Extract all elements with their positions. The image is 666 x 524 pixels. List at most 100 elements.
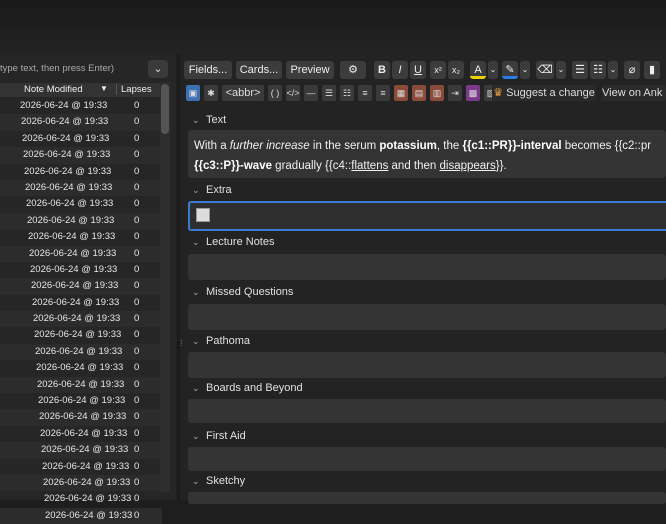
- table-row[interactable]: 2026-06-24 @ 19:33 0: [0, 343, 162, 361]
- table-row[interactable]: 2026-06-24 @ 19:33 0: [0, 164, 162, 180]
- table-row[interactable]: 2026-06-24 @ 19:33 0: [0, 98, 162, 114]
- table-row[interactable]: 2026-06-24 @ 19:33 0: [0, 278, 162, 295]
- text-color-dropdown[interactable]: ⌄: [488, 61, 498, 79]
- boards-and-beyond-field-editor[interactable]: [188, 399, 666, 423]
- field-label-boards-and-beyond[interactable]: ⌄ Boards and Beyond: [192, 382, 303, 394]
- table-button[interactable]: ▦: [394, 85, 408, 101]
- note-modified-cell: 2026-06-24 @ 19:33: [21, 116, 109, 128]
- indent-icon: ⇥: [451, 88, 459, 98]
- first-aid-field-editor[interactable]: [188, 447, 666, 471]
- eraser-button[interactable]: ⌫: [536, 61, 554, 79]
- ankihub-icon: ♛: [493, 87, 504, 99]
- parentheses-button[interactable]: ( ): [268, 85, 282, 101]
- suggest-change-button[interactable]: ♛ Suggest a change: [492, 85, 596, 101]
- field-label-first-aid[interactable]: ⌄ First Aid: [192, 430, 246, 442]
- table-row[interactable]: 2026-06-24 @ 19:33 0: [0, 262, 162, 278]
- column-note-modified[interactable]: Note Modified: [24, 84, 83, 95]
- underline-button[interactable]: U: [410, 61, 426, 79]
- field-label-sketchy[interactable]: ⌄ Sketchy: [192, 475, 245, 487]
- pathoma-field-editor[interactable]: [188, 352, 666, 378]
- highlight-dropdown[interactable]: ⌄: [520, 61, 530, 79]
- chevron-down-icon: ⌄: [192, 336, 200, 346]
- column-lapses[interactable]: Lapses: [116, 84, 152, 95]
- field-label-pathoma[interactable]: ⌄ Pathoma: [192, 335, 250, 347]
- horizontal-rule-button[interactable]: —: [304, 85, 318, 101]
- lecture-notes-field-editor[interactable]: [188, 254, 666, 280]
- scrollbar-thumb[interactable]: [161, 84, 169, 134]
- table-row-button[interactable]: ▤: [412, 85, 426, 101]
- sketchy-field-editor[interactable]: [188, 492, 666, 504]
- attach-button[interactable]: ⌀: [624, 61, 640, 79]
- styles-button[interactable]: ✱: [204, 85, 218, 101]
- field-name: Boards and Beyond: [206, 382, 303, 394]
- lapses-cell: 0: [134, 329, 140, 341]
- align-left-button[interactable]: ≡: [358, 85, 372, 101]
- highlight-button[interactable]: ✎: [502, 61, 518, 79]
- color-palette-button[interactable]: ▩: [466, 85, 480, 101]
- table-row[interactable]: 2026-06-24 @ 19:33 0: [0, 393, 162, 409]
- field-label-missed-questions[interactable]: ⌄ Missed Questions: [192, 286, 293, 298]
- column-header: Note Modified ▼ Lapses: [0, 83, 162, 97]
- view-on-ankihub-button[interactable]: View on Ank: [602, 85, 666, 101]
- search-input[interactable]: type text, then press Enter): [0, 60, 145, 78]
- subscript-button[interactable]: x₂: [448, 61, 464, 79]
- table-row[interactable]: 2026-06-24 @ 19:33 0: [0, 409, 162, 426]
- panel-splitter[interactable]: [177, 54, 180, 500]
- gear-button[interactable]: ⚙: [340, 61, 366, 79]
- image-occlusion-button[interactable]: ▣: [186, 85, 200, 101]
- bold-button[interactable]: B: [374, 61, 390, 79]
- record-audio-button[interactable]: ▮: [644, 61, 660, 79]
- text-field-editor[interactable]: With a further increase in the serum pot…: [188, 130, 666, 178]
- table-row[interactable]: 2026-06-24 @ 19:33 0: [0, 295, 162, 311]
- text-color-button[interactable]: A: [470, 61, 486, 79]
- table-row[interactable]: 2026-06-24 @ 19:33 0: [0, 507, 162, 524]
- cards-button[interactable]: Cards...: [236, 61, 282, 79]
- list-dropdown[interactable]: ⌄: [608, 61, 618, 79]
- table-row[interactable]: 2026-06-24 @ 19:33 0: [0, 311, 162, 328]
- field-label-extra[interactable]: ⌄ Extra: [192, 184, 232, 196]
- note-modified-cell: 2026-06-24 @ 19:33: [45, 509, 133, 521]
- table-row[interactable]: 2026-06-24 @ 19:33 0: [0, 114, 162, 131]
- field-label-text[interactable]: ⌄ Text: [192, 114, 226, 126]
- table-row[interactable]: 2026-06-24 @ 19:33 0: [0, 426, 162, 442]
- field-label-lecture-notes[interactable]: ⌄ Lecture Notes: [192, 236, 274, 248]
- bullet-list-alt-button[interactable]: ☰: [322, 85, 336, 101]
- field-name: Sketchy: [206, 475, 246, 487]
- format-dropdown[interactable]: ⌄: [556, 61, 566, 79]
- table-row[interactable]: 2026-06-24 @ 19:33 0: [0, 360, 162, 376]
- lapses-cell: 0: [134, 395, 140, 407]
- table-row[interactable]: 2026-06-24 @ 19:33 0: [0, 131, 162, 147]
- superscript-button[interactable]: x²: [430, 61, 446, 79]
- search-history-dropdown[interactable]: ⌄: [148, 60, 168, 78]
- table-row[interactable]: 2026-06-24 @ 19:33 0: [0, 245, 162, 262]
- extra-field-editor[interactable]: [188, 201, 666, 231]
- numbered-list-alt-button[interactable]: ☷: [340, 85, 354, 101]
- preview-button[interactable]: Preview: [286, 61, 334, 79]
- italic-button[interactable]: I: [392, 61, 408, 79]
- table-row[interactable]: 2026-06-24 @ 19:33 0: [0, 147, 162, 164]
- table-row[interactable]: 2026-06-24 @ 19:33 0: [0, 474, 162, 492]
- align-center-button[interactable]: ≡: [376, 85, 390, 101]
- note-modified-cell: 2026-06-24 @ 19:33: [25, 181, 113, 193]
- browser-scrollbar[interactable]: [160, 82, 170, 492]
- table-row[interactable]: 2026-06-24 @ 19:33 0: [0, 459, 162, 475]
- missed-questions-field-editor[interactable]: [188, 304, 666, 330]
- indent-button[interactable]: ⇥: [448, 85, 462, 101]
- table-row[interactable]: 2026-06-24 @ 19:33 0: [0, 376, 162, 394]
- bullet-list-button[interactable]: ☰: [572, 61, 588, 79]
- table-column-button[interactable]: ▥: [430, 85, 444, 101]
- table-row[interactable]: 2026-06-24 @ 19:33 0: [0, 196, 162, 212]
- numbered-list-button[interactable]: ☷: [590, 61, 606, 79]
- table-row[interactable]: 2026-06-24 @ 19:33 0: [0, 442, 162, 459]
- table-row[interactable]: 2026-06-24 @ 19:33 0: [0, 212, 162, 230]
- lapses-cell: 0: [134, 181, 140, 193]
- lapses-cell: 0: [134, 263, 140, 275]
- code-button[interactable]: </>: [286, 85, 300, 101]
- table-row[interactable]: 2026-06-24 @ 19:33 0: [0, 229, 162, 245]
- abbr-button[interactable]: <abbr>: [222, 85, 264, 101]
- table-row[interactable]: 2026-06-24 @ 19:33 0: [0, 179, 162, 197]
- note-modified-cell: 2026-06-24 @ 19:33: [42, 460, 130, 472]
- lapses-cell: 0: [134, 427, 140, 439]
- fields-button[interactable]: Fields...: [184, 61, 232, 79]
- table-row[interactable]: 2026-06-24 @ 19:33 0: [0, 327, 162, 343]
